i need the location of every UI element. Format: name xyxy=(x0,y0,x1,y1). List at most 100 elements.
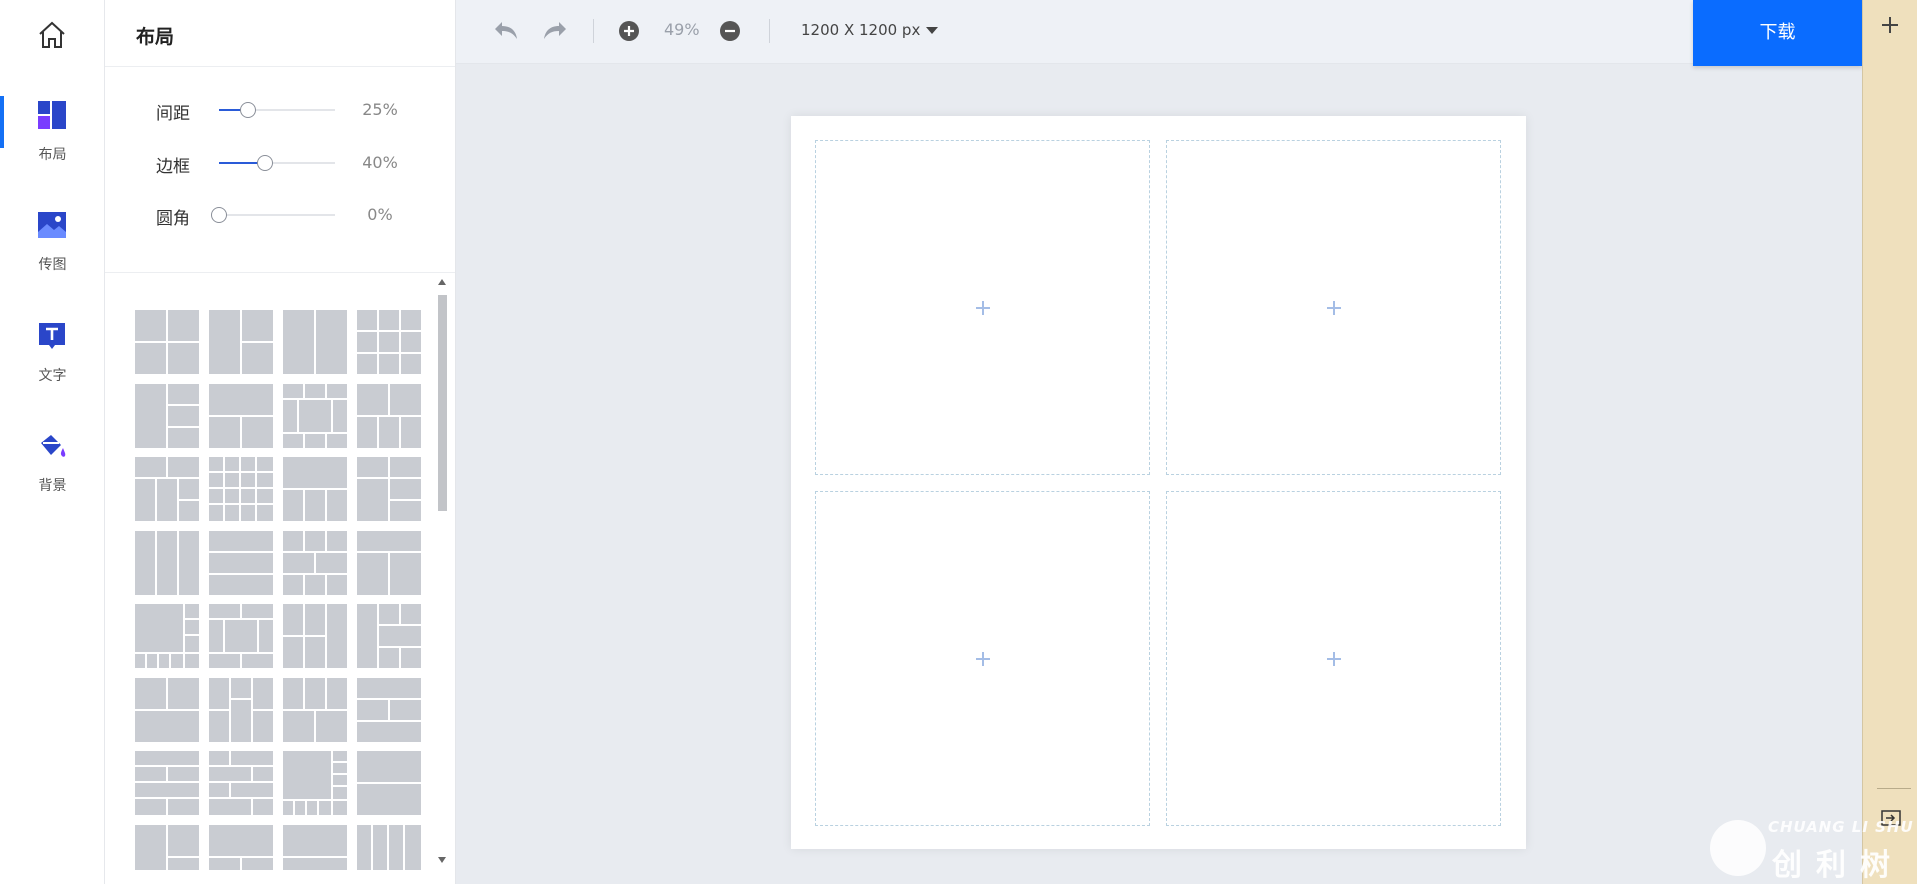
panel-title: 布局 xyxy=(136,26,175,48)
nav-item-text[interactable]: 文字 xyxy=(0,321,105,411)
divider xyxy=(105,66,455,67)
layout-template-11[interactable] xyxy=(283,457,347,521)
watermark-latin: CHUANG LI SHU xyxy=(1768,818,1914,836)
border-slider[interactable] xyxy=(219,155,335,171)
zoom-out-button[interactable] xyxy=(719,20,747,46)
left-nav: 布局 传图 文字 背景 xyxy=(0,0,105,884)
zoom-in-button[interactable] xyxy=(618,20,646,46)
undo-icon xyxy=(495,22,517,39)
add-image-icon xyxy=(975,300,991,316)
layout-template-3[interactable] xyxy=(283,310,347,374)
right-side-strip xyxy=(1862,0,1917,884)
layout-template-13[interactable] xyxy=(135,530,199,595)
nav-item-layout[interactable]: 布局 xyxy=(0,96,105,190)
redo-button[interactable] xyxy=(541,18,569,44)
spacing-slider[interactable] xyxy=(219,102,335,118)
watermark-logo: CHUANG LI SHU 创利树 xyxy=(1710,812,1917,884)
watermark-cjk: 创利树 xyxy=(1772,848,1904,883)
nav-item-label: 传图 xyxy=(38,257,67,273)
add-image-icon xyxy=(1326,651,1342,667)
layout-template-4[interactable] xyxy=(357,310,421,374)
layout-template-28[interactable] xyxy=(357,751,421,815)
spacing-slider-row: 间距 25% xyxy=(105,97,456,124)
nav-item-background[interactable]: 背景 xyxy=(0,431,105,521)
layout-template-20[interactable] xyxy=(357,604,421,668)
caret-down-icon xyxy=(926,27,939,34)
top-toolbar: 49% 1200 X 1200 px xyxy=(456,0,1862,64)
download-button[interactable]: 下载 xyxy=(1693,0,1862,66)
paint-bucket-icon xyxy=(37,431,67,461)
slider-handle[interactable] xyxy=(257,155,274,171)
divider xyxy=(105,272,455,273)
template-scrollbar[interactable] xyxy=(435,275,449,865)
layout-panel: 布局 间距 25% 边框 40% 圆角 0% xyxy=(105,0,456,884)
collage-cell-1[interactable] xyxy=(815,140,1150,475)
layout-template-9[interactable] xyxy=(135,457,199,521)
layout-template-12[interactable] xyxy=(357,457,421,521)
radius-slider[interactable] xyxy=(211,207,335,223)
spacing-value: 25% xyxy=(362,100,398,119)
undo-button[interactable] xyxy=(492,18,520,44)
layout-template-32[interactable] xyxy=(357,824,421,870)
layout-template-24[interactable] xyxy=(357,677,421,742)
divider xyxy=(593,19,594,43)
zoom-level: 49% xyxy=(664,20,700,39)
layout-template-19[interactable] xyxy=(283,604,347,668)
layout-template-29[interactable] xyxy=(135,824,199,870)
layout-template-grid xyxy=(135,310,435,870)
add-icon[interactable] xyxy=(1879,14,1901,36)
layout-template-25[interactable] xyxy=(135,751,199,815)
layout-template-14[interactable] xyxy=(209,530,273,595)
nav-item-label: 背景 xyxy=(38,478,67,494)
layout-template-15[interactable] xyxy=(283,530,347,595)
layout-template-31[interactable] xyxy=(283,824,347,870)
collage-cell-3[interactable] xyxy=(815,491,1150,826)
border-label: 边框 xyxy=(156,157,190,177)
collage-canvas xyxy=(791,116,1526,849)
divider xyxy=(1877,788,1911,789)
canvas-size-select[interactable]: 1200 X 1200 px xyxy=(801,21,939,39)
layout-template-16[interactable] xyxy=(357,530,421,595)
image-upload-icon xyxy=(37,210,67,240)
canvas-size-value: 1200 X 1200 px xyxy=(801,21,921,39)
radius-label: 圆角 xyxy=(156,209,190,229)
layout-template-23[interactable] xyxy=(283,677,347,742)
redo-icon xyxy=(544,22,566,39)
layout-template-7[interactable] xyxy=(283,383,347,448)
add-image-icon xyxy=(975,651,991,667)
layout-template-17[interactable] xyxy=(135,604,199,668)
layout-template-18[interactable] xyxy=(209,604,273,668)
zoom-out-icon xyxy=(720,21,740,41)
slider-handle[interactable] xyxy=(240,102,256,118)
layout-icon xyxy=(37,100,67,130)
layout-template-1[interactable] xyxy=(135,310,199,374)
layout-template-21[interactable] xyxy=(135,677,199,742)
spacing-label: 间距 xyxy=(156,104,190,124)
scroll-up-icon[interactable] xyxy=(438,279,446,285)
border-slider-row: 边框 40% xyxy=(105,150,456,177)
scroll-thumb[interactable] xyxy=(438,295,447,511)
add-image-icon xyxy=(1326,300,1342,316)
layout-template-2[interactable] xyxy=(209,310,273,374)
collage-cell-2[interactable] xyxy=(1166,140,1501,475)
logo-mark-icon xyxy=(1710,820,1766,876)
layout-template-10[interactable] xyxy=(209,457,273,521)
layout-template-6[interactable] xyxy=(209,383,273,448)
nav-item-upload[interactable]: 传图 xyxy=(0,210,105,300)
text-icon xyxy=(37,321,67,351)
home-icon[interactable] xyxy=(37,20,67,50)
nav-item-label: 文字 xyxy=(38,368,67,384)
layout-template-27[interactable] xyxy=(283,751,347,815)
layout-template-22[interactable] xyxy=(209,677,273,742)
radius-value: 0% xyxy=(367,205,393,224)
layout-template-5[interactable] xyxy=(135,383,199,448)
zoom-in-icon xyxy=(619,21,639,41)
layout-template-8[interactable] xyxy=(357,383,421,448)
border-value: 40% xyxy=(362,153,398,172)
divider xyxy=(769,19,770,43)
slider-handle[interactable] xyxy=(211,207,227,223)
collage-cell-4[interactable] xyxy=(1166,491,1501,826)
layout-template-30[interactable] xyxy=(209,824,273,870)
scroll-down-icon[interactable] xyxy=(438,857,446,863)
layout-template-26[interactable] xyxy=(209,751,273,815)
